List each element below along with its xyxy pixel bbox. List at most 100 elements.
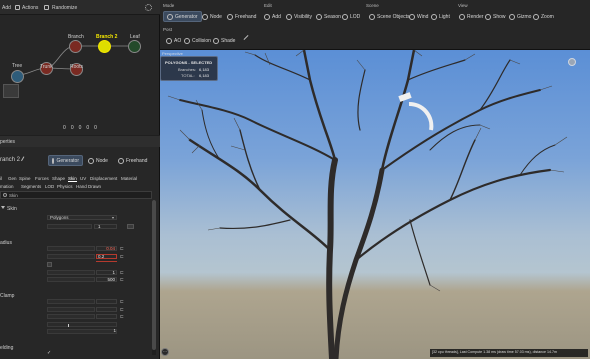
skin-collapse-icon[interactable] [1, 206, 5, 209]
generator-icon [52, 157, 55, 164]
light-seam-curve-icon[interactable]: ⊏ [120, 314, 124, 320]
ribbon-show-button[interactable]: Show [482, 11, 509, 22]
tab-segments[interactable]: Segments [21, 184, 41, 189]
ribbon-node-button[interactable]: Node [199, 11, 225, 22]
render-icon [459, 13, 465, 20]
mode-node-tab[interactable]: Node [85, 155, 111, 166]
ribbon-lod-button[interactable]: LOD [339, 11, 363, 22]
graph-stats-bar: 0 0 0 0 0 [0, 121, 160, 135]
tree-render [167, 50, 568, 359]
tab-lod[interactable]: LOD [45, 184, 54, 189]
tab-spine[interactable]: Spine [19, 176, 31, 181]
length-kill-curve-icon[interactable]: ⊏ [120, 277, 124, 283]
visibility-slider[interactable] [47, 224, 92, 229]
min-slider[interactable] [47, 299, 95, 304]
light-seam-reduction-value[interactable] [96, 314, 117, 319]
graph-wires [17, 45, 134, 76]
smooth-value[interactable]: 1 [96, 328, 117, 334]
randomize-button[interactable]: Randomize [52, 5, 77, 11]
tab-hand-drawn[interactable]: Hand Drawn [76, 184, 101, 189]
welding-section-title[interactable]: elding [0, 345, 13, 351]
min-value[interactable] [96, 299, 117, 304]
ribbon-collision-button[interactable]: Collision [181, 35, 214, 46]
ribbon-generator-button[interactable]: Generator [163, 11, 202, 22]
type-dropdown[interactable]: Polygons [47, 215, 117, 220]
max-curve-icon[interactable]: ⊏ [120, 307, 124, 313]
ribbon-light-button[interactable]: Light [428, 11, 453, 22]
edit-group-title: Edit [264, 3, 272, 8]
absolute-curve-icon[interactable]: ⊏ [120, 246, 124, 252]
mode-freehand-tab[interactable]: Freehand [115, 155, 150, 166]
visibility-curve-button[interactable] [127, 224, 134, 229]
gear-icon[interactable] [145, 4, 152, 11]
node-name: ranch 2 [0, 157, 21, 163]
season-icon [316, 13, 322, 20]
node-branch[interactable] [69, 40, 82, 53]
actions-icon [15, 5, 20, 10]
skin-section-title[interactable]: Skin [7, 206, 17, 212]
stat-vertices: 0 [70, 125, 74, 131]
enabled-checkmark-icon[interactable]: ✓ [47, 350, 51, 356]
node-branch-2[interactable] [98, 40, 111, 53]
tab-animation[interactable]: mation [0, 184, 14, 189]
percent-underline [96, 261, 117, 262]
actions-menu[interactable]: Actions [22, 5, 38, 11]
add-menu[interactable]: Add [2, 5, 11, 11]
ribbon-zoom-button[interactable]: Zoom [530, 11, 557, 22]
visibility-value[interactable]: 1 [94, 224, 117, 229]
viewport-camera-icon[interactable] [568, 58, 576, 66]
tab-uv[interactable]: UV [80, 176, 86, 181]
eye-icon [485, 13, 491, 20]
properties-title: perties [0, 139, 16, 145]
freehand-icon [227, 13, 233, 20]
tab-displacement[interactable]: Displacement [90, 176, 117, 181]
length-compensation-curve-icon[interactable]: ⊏ [120, 270, 124, 276]
node-branch-label: Branch [68, 34, 84, 40]
post-group-title: Post [163, 27, 173, 32]
percent-of-parent-value[interactable]: 0.2 [96, 254, 117, 259]
total-label: TOTAL: [181, 73, 195, 78]
percent-curve-icon[interactable]: ⊏ [120, 254, 124, 260]
selection-gizmo-icon[interactable] [395, 92, 435, 132]
length-compensation-slider[interactable] [47, 270, 95, 275]
max-value[interactable] [96, 307, 117, 312]
tab-shape[interactable]: Shape [52, 176, 65, 181]
radius-section-title[interactable]: adius [0, 240, 12, 246]
roll-slider[interactable] [47, 322, 117, 327]
status-text: [32 cpu threads], Last Compute 1.38 ms (… [432, 350, 558, 354]
ribbon-shade-button[interactable]: Shade [210, 35, 238, 46]
tab-forces[interactable]: Forces [35, 176, 49, 181]
tab-gen-partial[interactable]: il [0, 176, 2, 181]
properties-scrollbar[interactable] [152, 200, 156, 355]
light-seam-reduction-slider[interactable] [47, 314, 95, 319]
max-slider[interactable] [47, 307, 95, 312]
length-compensation-value[interactable]: 1 [96, 270, 117, 275]
length-kill-ratio-slider[interactable] [47, 277, 95, 282]
length-kill-ratio-value[interactable]: 500 [96, 277, 117, 282]
tab-gen[interactable]: Gen [8, 176, 17, 181]
tab-skin[interactable]: Skin [68, 176, 77, 182]
search-input[interactable]: Skin [9, 193, 18, 198]
absolute-slider[interactable] [47, 246, 95, 251]
node-tree[interactable] [11, 70, 24, 83]
ribbon-add-button[interactable]: Add [261, 11, 284, 22]
tab-material[interactable]: Material [121, 176, 137, 181]
absolute-value[interactable]: 0.04 [96, 246, 117, 251]
mode-generator-tab[interactable]: Generator [48, 155, 83, 166]
property-search-box[interactable]: Skin [0, 191, 152, 199]
viewport[interactable]: Perspective POLYGONS - SELECTED Branches… [160, 50, 590, 359]
ribbon-freehand-button[interactable]: Freehand [224, 11, 259, 22]
clamp-section-title[interactable]: Clamp [0, 293, 14, 299]
polygons-overlay: Perspective POLYGONS - SELECTED Branches… [160, 51, 218, 81]
percent-of-parent-slider[interactable] [47, 254, 95, 259]
tab-physics[interactable]: Physics [57, 184, 73, 189]
viewport-options-button[interactable]: ⋯ [161, 348, 169, 356]
min-curve-icon[interactable]: ⊏ [120, 299, 124, 305]
ribbon-visibility-button[interactable]: Visibility [283, 11, 315, 22]
zoom-icon [533, 13, 539, 20]
node-leaf[interactable] [128, 40, 141, 53]
node-roots-label: Roots [70, 64, 84, 70]
scene-objects-icon [369, 13, 375, 20]
type-dropdown-value: Polygons [50, 215, 69, 220]
clamp-to-parent-checkbox[interactable] [47, 262, 52, 267]
